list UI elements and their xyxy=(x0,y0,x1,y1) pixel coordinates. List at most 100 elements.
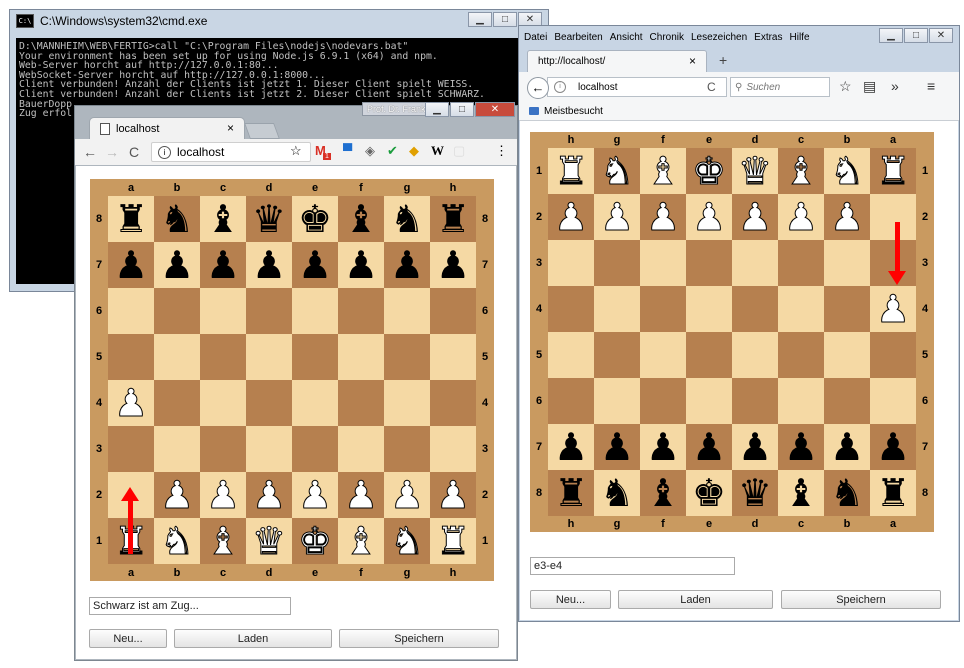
square-b8[interactable]: ♞ xyxy=(824,470,870,516)
square-g2[interactable]: ♟ xyxy=(384,472,430,518)
maximize-button[interactable]: □ xyxy=(493,12,517,27)
white-king-icon[interactable]: ♚ xyxy=(297,522,332,561)
square-f5[interactable] xyxy=(338,334,384,380)
menu-item-extras[interactable]: Extras xyxy=(754,32,782,43)
square-c7[interactable]: ♟ xyxy=(778,424,824,470)
white-pawn-icon[interactable]: ♟ xyxy=(251,476,286,515)
square-e5[interactable] xyxy=(686,332,732,378)
square-e2[interactable]: ♟ xyxy=(686,194,732,240)
square-b6[interactable] xyxy=(824,378,870,424)
white-rook-icon[interactable]: ♜ xyxy=(553,152,588,191)
white-bishop-icon[interactable]: ♝ xyxy=(343,522,378,561)
square-e6[interactable] xyxy=(686,378,732,424)
square-e6[interactable] xyxy=(292,288,338,334)
square-h7[interactable]: ♟ xyxy=(548,424,594,470)
back-icon[interactable]: ← xyxy=(527,77,549,99)
white-queen-icon[interactable]: ♛ xyxy=(737,152,772,191)
black-bishop-icon[interactable]: ♝ xyxy=(784,474,818,512)
square-d2[interactable]: ♟ xyxy=(246,472,292,518)
square-a7[interactable]: ♟ xyxy=(870,424,916,470)
new-game-button[interactable]: Neu... xyxy=(89,629,167,648)
white-pawn-icon[interactable]: ♟ xyxy=(645,198,680,237)
square-b4[interactable] xyxy=(154,380,200,426)
notification-icon[interactable]: ◆ xyxy=(409,143,419,159)
white-pawn-icon[interactable]: ♟ xyxy=(435,476,470,515)
black-bishop-icon[interactable]: ♝ xyxy=(646,474,680,512)
square-c2[interactable]: ♟ xyxy=(200,472,246,518)
close-button[interactable]: ✕ xyxy=(929,28,953,43)
square-e3[interactable] xyxy=(292,426,338,472)
white-pawn-icon[interactable]: ♟ xyxy=(113,384,148,423)
square-e8[interactable]: ♚ xyxy=(686,470,732,516)
white-pawn-icon[interactable]: ♟ xyxy=(553,198,588,237)
square-g8[interactable]: ♞ xyxy=(384,196,430,242)
status-field[interactable] xyxy=(89,597,291,615)
square-b7[interactable]: ♟ xyxy=(824,424,870,470)
square-e2[interactable]: ♟ xyxy=(292,472,338,518)
square-a1[interactable]: ♜ xyxy=(870,148,916,194)
minimize-button[interactable]: ▁ xyxy=(425,102,449,117)
white-knight-icon[interactable]: ♞ xyxy=(389,522,424,561)
square-d6[interactable] xyxy=(732,378,778,424)
square-h5[interactable] xyxy=(548,332,594,378)
square-b1[interactable]: ♞ xyxy=(154,518,200,564)
close-tab-icon[interactable]: × xyxy=(227,121,234,135)
square-g1[interactable]: ♞ xyxy=(594,148,640,194)
square-d3[interactable] xyxy=(732,240,778,286)
menu-kebab-icon[interactable]: ⋮ xyxy=(495,143,508,159)
square-f4[interactable] xyxy=(640,286,686,332)
square-b5[interactable] xyxy=(154,334,200,380)
square-e5[interactable] xyxy=(292,334,338,380)
square-c4[interactable] xyxy=(200,380,246,426)
square-f2[interactable]: ♟ xyxy=(338,472,384,518)
square-a3[interactable] xyxy=(108,426,154,472)
reload-icon[interactable]: C xyxy=(707,80,716,94)
square-b3[interactable] xyxy=(154,426,200,472)
black-pawn-icon[interactable]: ♟ xyxy=(390,246,424,284)
square-g1[interactable]: ♞ xyxy=(384,518,430,564)
black-queen-icon[interactable]: ♛ xyxy=(252,200,286,238)
square-a5[interactable] xyxy=(108,334,154,380)
white-bishop-icon[interactable]: ♝ xyxy=(205,522,240,561)
square-d6[interactable] xyxy=(246,288,292,334)
square-b2[interactable]: ♟ xyxy=(154,472,200,518)
square-d7[interactable]: ♟ xyxy=(246,242,292,288)
tab-localhost[interactable]: http://localhost/ × xyxy=(527,50,707,72)
bookmark-star-icon[interactable]: ☆ xyxy=(290,143,302,159)
new-tab-icon[interactable]: + xyxy=(719,52,727,68)
square-c6[interactable] xyxy=(200,288,246,334)
square-g4[interactable] xyxy=(384,380,430,426)
square-c6[interactable] xyxy=(778,378,824,424)
close-tab-icon[interactable]: × xyxy=(689,54,696,68)
square-f1[interactable]: ♝ xyxy=(640,148,686,194)
square-g7[interactable]: ♟ xyxy=(384,242,430,288)
square-h7[interactable]: ♟ xyxy=(430,242,476,288)
minimize-button[interactable]: ▁ xyxy=(879,28,903,43)
square-b4[interactable] xyxy=(824,286,870,332)
black-pawn-icon[interactable]: ♟ xyxy=(252,246,286,284)
black-bishop-icon[interactable]: ♝ xyxy=(344,200,378,238)
square-f5[interactable] xyxy=(640,332,686,378)
wikipedia-icon[interactable]: W xyxy=(431,143,444,159)
black-rook-icon[interactable]: ♜ xyxy=(436,200,470,238)
move-field[interactable] xyxy=(530,557,735,575)
square-b8[interactable]: ♞ xyxy=(154,196,200,242)
square-e7[interactable]: ♟ xyxy=(686,424,732,470)
white-pawn-icon[interactable]: ♟ xyxy=(783,198,818,237)
reading-list-icon[interactable]: ▤ xyxy=(863,78,876,95)
black-rook-icon[interactable]: ♜ xyxy=(554,474,588,512)
square-f3[interactable] xyxy=(338,426,384,472)
square-b6[interactable] xyxy=(154,288,200,334)
square-d1[interactable]: ♛ xyxy=(732,148,778,194)
save-button[interactable]: Speichern xyxy=(781,590,941,609)
square-h2[interactable]: ♟ xyxy=(430,472,476,518)
square-h8[interactable]: ♜ xyxy=(548,470,594,516)
bookmark-most-visited[interactable]: Meistbesucht xyxy=(544,106,603,117)
square-e3[interactable] xyxy=(686,240,732,286)
black-pawn-icon[interactable]: ♟ xyxy=(646,428,680,466)
white-bishop-icon[interactable]: ♝ xyxy=(645,152,680,191)
square-e7[interactable]: ♟ xyxy=(292,242,338,288)
square-c4[interactable] xyxy=(778,286,824,332)
square-a6[interactable] xyxy=(108,288,154,334)
black-rook-icon[interactable]: ♜ xyxy=(114,200,148,238)
